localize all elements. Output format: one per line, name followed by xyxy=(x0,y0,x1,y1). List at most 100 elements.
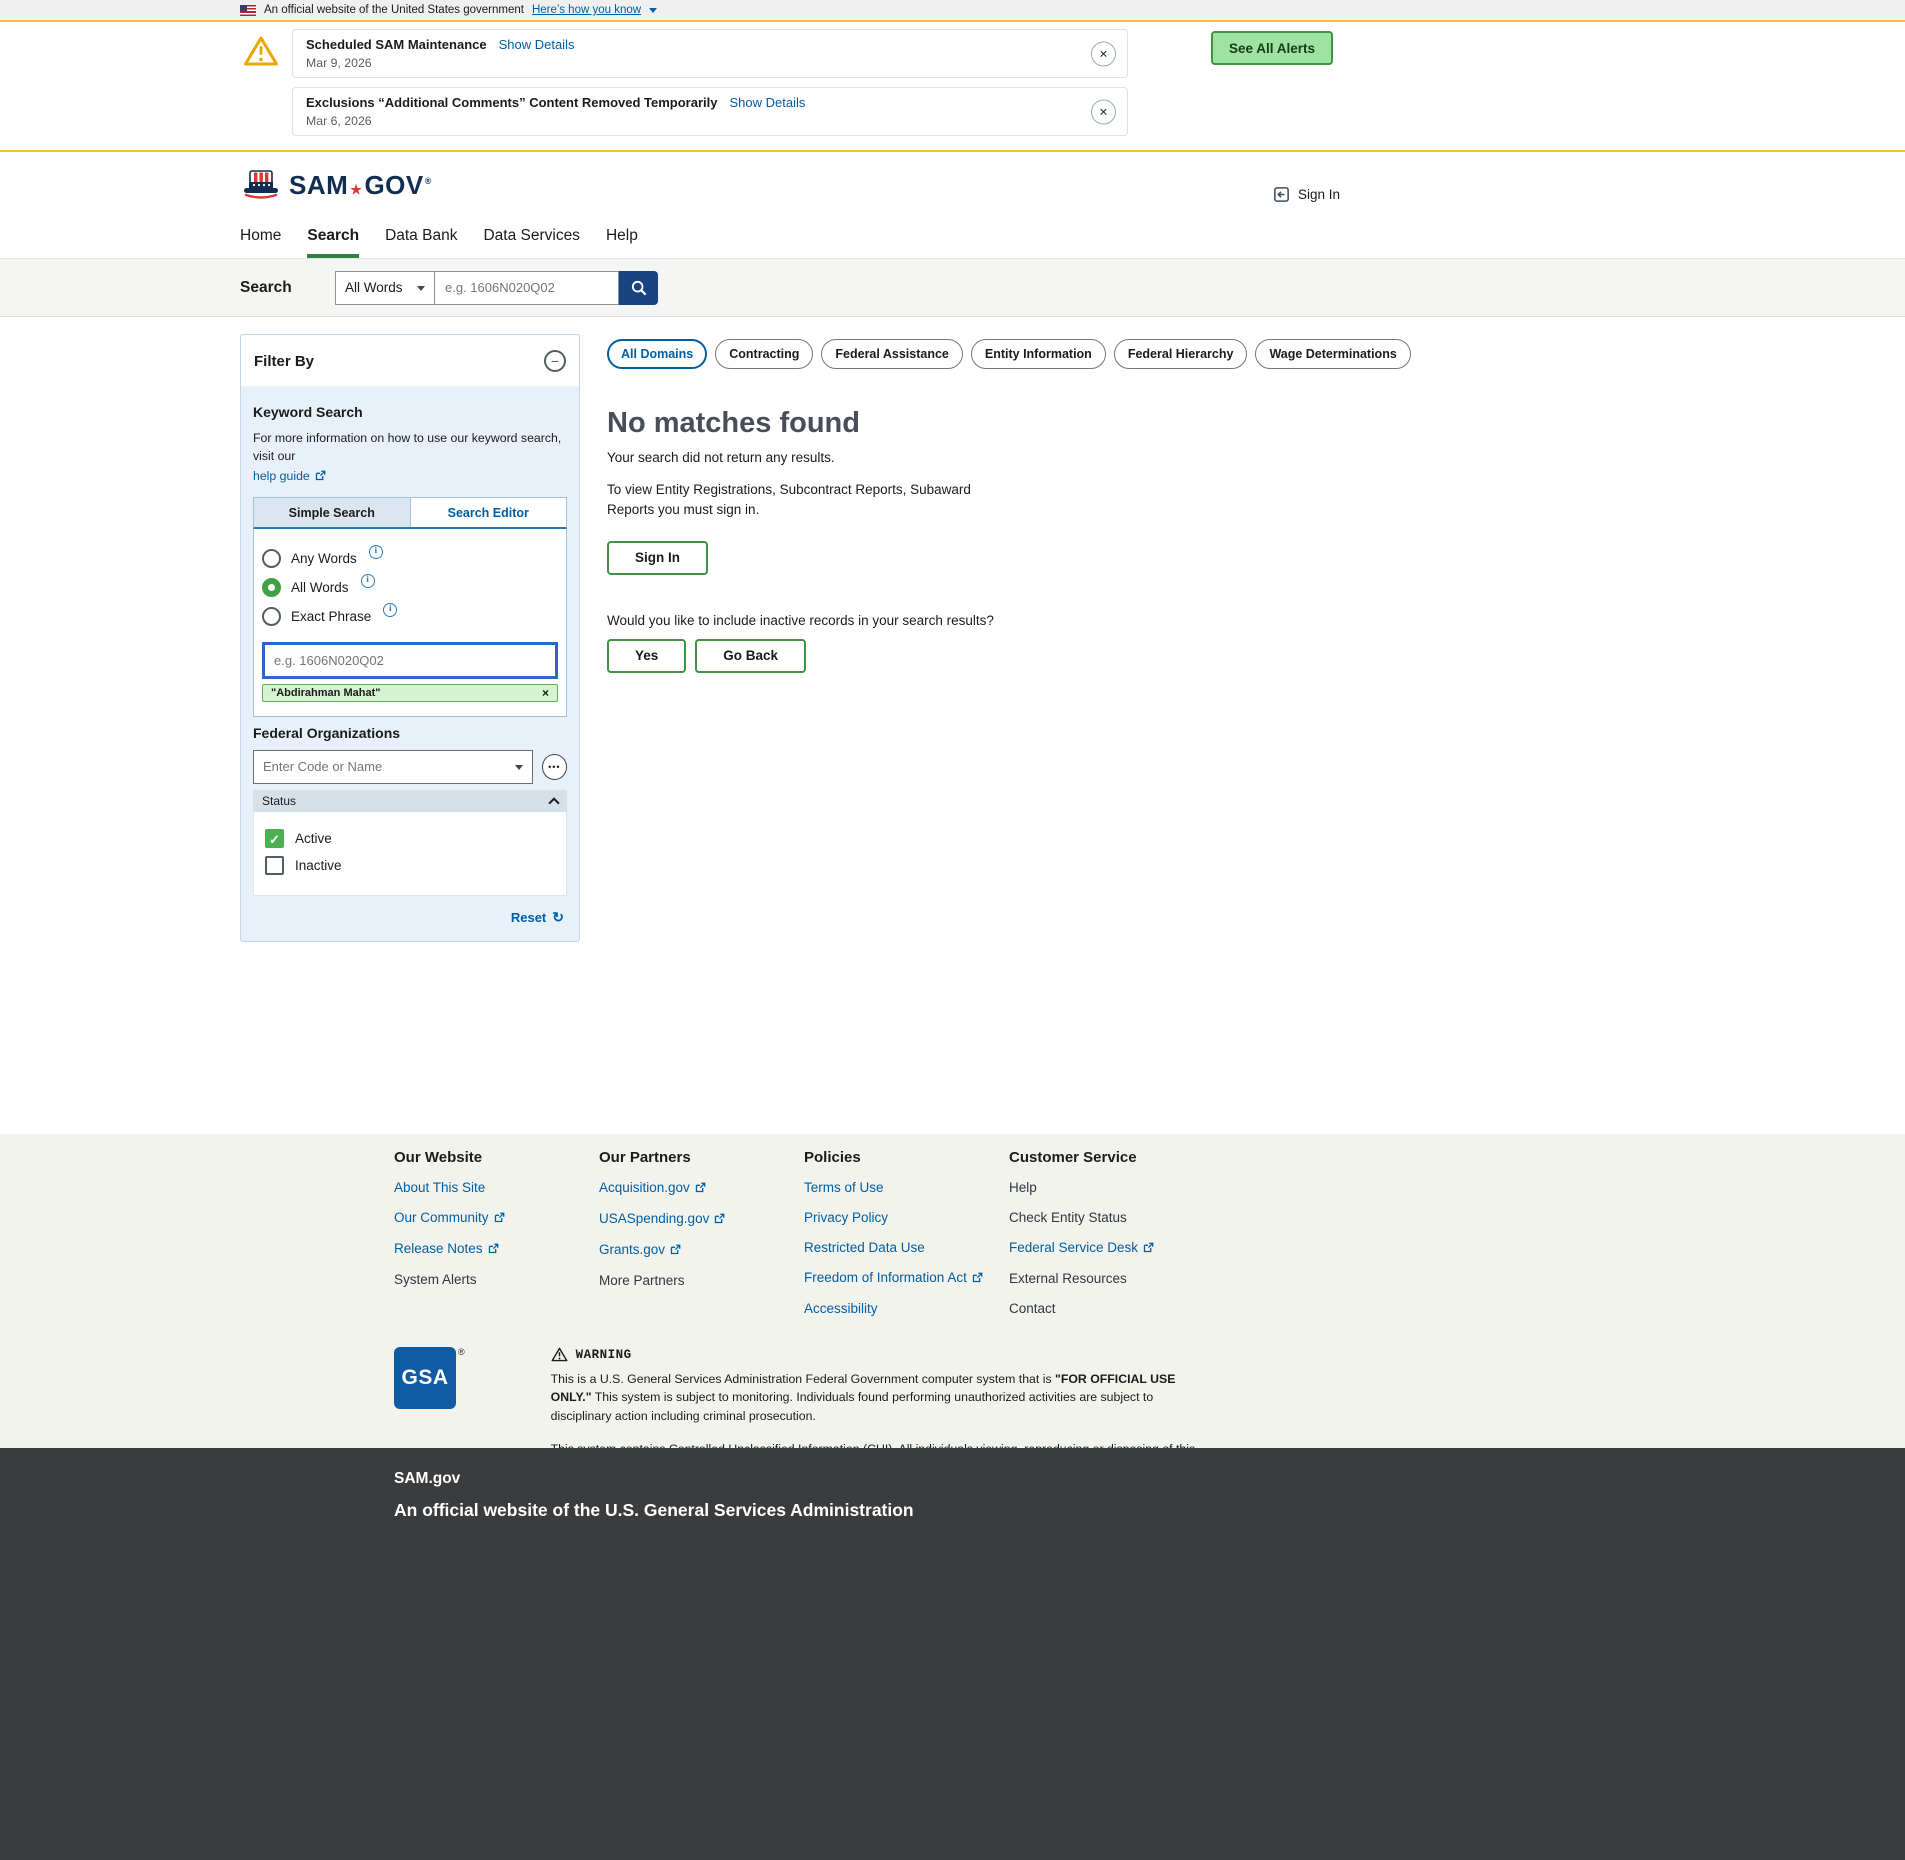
footer-link-terms-of-use[interactable]: Terms of Use xyxy=(804,1180,1009,1195)
radio-label: Exact Phrase xyxy=(291,609,371,624)
search-mode-value: All Words xyxy=(345,280,403,295)
status-heading: Status xyxy=(262,794,296,808)
gsa-logo: GSA xyxy=(394,1347,456,1409)
show-details-link[interactable]: Show Details xyxy=(499,37,575,52)
search-input[interactable] xyxy=(435,271,619,305)
radio-any-words[interactable]: Any Words xyxy=(262,549,558,568)
footer-column-our-website: Our Website About This Site Our Communit… xyxy=(394,1149,599,1331)
checkbox-checked-icon xyxy=(265,829,284,848)
footer-link-release-notes[interactable]: Release Notes xyxy=(394,1241,599,1257)
footer-link-about-this-site[interactable]: About This Site xyxy=(394,1180,599,1195)
footer-link-usaspending-gov[interactable]: USASpending.gov xyxy=(599,1211,804,1227)
footer-link-check-entity-status[interactable]: Check Entity Status xyxy=(1009,1210,1214,1225)
chevron-down-icon xyxy=(649,8,657,13)
warning-triangle-icon xyxy=(551,1347,568,1362)
nav-help[interactable]: Help xyxy=(606,227,638,258)
gov-banner: An official website of the United States… xyxy=(0,0,1905,20)
collapse-filters-icon[interactable] xyxy=(544,350,566,372)
radio-label: All Words xyxy=(291,580,349,595)
external-link-icon xyxy=(695,1181,706,1196)
external-link-icon xyxy=(670,1243,681,1258)
nav-data-services[interactable]: Data Services xyxy=(483,227,579,258)
nav-home[interactable]: Home xyxy=(240,227,281,258)
chip-label: "Abdirahman Mahat" xyxy=(271,687,380,699)
go-back-button[interactable]: Go Back xyxy=(695,639,806,673)
results-area: All Domains Contracting Federal Assistan… xyxy=(607,339,1307,942)
help-guide-link[interactable]: help guide xyxy=(253,469,326,484)
search-icon xyxy=(630,279,648,297)
checkbox-active[interactable]: Active xyxy=(265,829,555,848)
footer-link-acquisition-gov[interactable]: Acquisition.gov xyxy=(599,1180,804,1196)
footer-link-restricted-data-use[interactable]: Restricted Data Use xyxy=(804,1240,1009,1255)
pill-federal-assistance[interactable]: Federal Assistance xyxy=(821,339,962,369)
remove-chip-icon[interactable] xyxy=(542,686,549,700)
reset-button[interactable]: Reset xyxy=(511,910,564,925)
keyword-search-heading: Keyword Search xyxy=(253,404,567,420)
footer-link-more-partners[interactable]: More Partners xyxy=(599,1273,804,1288)
search-mode-select[interactable]: All Words xyxy=(335,271,435,305)
radio-all-words[interactable]: All Words xyxy=(262,578,558,597)
see-all-alerts-button[interactable]: See All Alerts xyxy=(1211,31,1333,65)
warning-block: WARNING This is a U.S. General Services … xyxy=(551,1347,1199,1448)
footer-link-help[interactable]: Help xyxy=(1009,1180,1214,1195)
pill-federal-hierarchy[interactable]: Federal Hierarchy xyxy=(1114,339,1248,369)
federal-organizations-select[interactable]: Enter Code or Name xyxy=(253,750,533,784)
registered-mark: ® xyxy=(458,1347,465,1357)
footer-link-external-resources[interactable]: External Resources xyxy=(1009,1271,1214,1286)
footer-link-contact[interactable]: Contact xyxy=(1009,1301,1214,1316)
pill-wage-determinations[interactable]: Wage Determinations xyxy=(1255,339,1410,369)
external-link-icon xyxy=(488,1242,499,1257)
footer-link-system-alerts[interactable]: System Alerts xyxy=(394,1272,599,1287)
pill-contracting[interactable]: Contracting xyxy=(715,339,813,369)
radio-exact-phrase[interactable]: Exact Phrase xyxy=(262,607,558,626)
us-flag-icon xyxy=(240,5,256,16)
external-link-icon xyxy=(494,1211,505,1226)
status-accordion-header[interactable]: Status xyxy=(253,790,567,812)
close-icon[interactable] xyxy=(1091,99,1116,124)
how-you-know-link[interactable]: Here’s how you know xyxy=(532,4,641,16)
footer-link-grants-gov[interactable]: Grants.gov xyxy=(599,1242,804,1258)
sam-gov-logo[interactable]: SAMGOV® xyxy=(240,169,432,203)
warning-title: WARNING xyxy=(576,1348,632,1362)
footer-link-foia[interactable]: Freedom of Information Act xyxy=(804,1270,1009,1286)
footer-link-privacy-policy[interactable]: Privacy Policy xyxy=(804,1210,1009,1225)
alerts-section: Scheduled SAM Maintenance Show Details M… xyxy=(0,20,1905,152)
radio-label: Any Words xyxy=(291,551,357,566)
yes-button[interactable]: Yes xyxy=(607,639,686,673)
more-options-icon[interactable] xyxy=(542,754,567,780)
info-icon[interactable] xyxy=(369,545,383,559)
filter-panel: Filter By Keyword Search For more inform… xyxy=(240,334,580,942)
footer-heading: Our Partners xyxy=(599,1149,804,1166)
footer-link-our-community[interactable]: Our Community xyxy=(394,1210,599,1226)
footer-heading: Our Website xyxy=(394,1149,599,1166)
nav-data-bank[interactable]: Data Bank xyxy=(385,227,457,258)
tab-simple-search[interactable]: Simple Search xyxy=(254,498,411,527)
checkbox-inactive[interactable]: Inactive xyxy=(265,856,555,875)
tab-search-editor[interactable]: Search Editor xyxy=(411,498,567,527)
alert-title: Exclusions “Additional Comments” Content… xyxy=(306,95,718,110)
close-icon[interactable] xyxy=(1091,41,1116,66)
footer-link-accessibility[interactable]: Accessibility xyxy=(804,1301,1009,1316)
radio-checked-icon xyxy=(262,578,281,597)
footer-heading: Customer Service xyxy=(1009,1149,1214,1166)
sign-in-button[interactable]: Sign In xyxy=(607,541,708,575)
checkbox-label: Inactive xyxy=(295,858,342,873)
keyword-tabs: Simple Search Search Editor xyxy=(253,497,567,529)
gov-banner-text: An official website of the United States… xyxy=(264,4,524,16)
info-icon[interactable] xyxy=(383,603,397,617)
alert-title: Scheduled SAM Maintenance xyxy=(306,37,487,52)
search-label: Search xyxy=(240,279,335,297)
sign-in-link[interactable]: Sign In xyxy=(1273,186,1340,203)
show-details-link[interactable]: Show Details xyxy=(730,95,806,110)
footer-column-customer-service: Customer Service Help Check Entity Statu… xyxy=(1009,1149,1214,1331)
pill-all-domains[interactable]: All Domains xyxy=(607,339,707,369)
info-icon[interactable] xyxy=(361,574,375,588)
radio-icon xyxy=(262,549,281,568)
keyword-input[interactable] xyxy=(262,642,558,679)
search-button[interactable] xyxy=(619,271,658,305)
registered-mark: ® xyxy=(425,176,432,186)
top-hat-icon xyxy=(240,169,282,203)
pill-entity-information[interactable]: Entity Information xyxy=(971,339,1106,369)
footer-link-federal-service-desk[interactable]: Federal Service Desk xyxy=(1009,1240,1214,1256)
nav-search[interactable]: Search xyxy=(307,227,359,258)
